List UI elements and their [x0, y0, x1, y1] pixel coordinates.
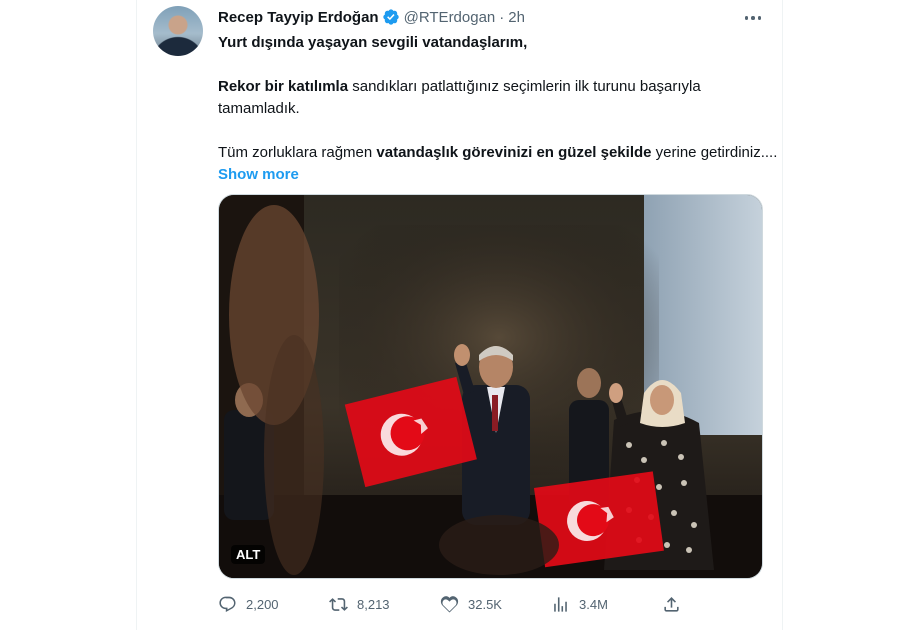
heart-icon [440, 595, 459, 612]
action-bar: 2,200 8,213 32.5K 3.4M [218, 591, 763, 617]
like-button[interactable]: 32.5K [440, 595, 551, 614]
reply-button[interactable]: 2,200 [218, 595, 329, 614]
tweet-text: Yurt dışında yaşayan sevgili vatandaşlar… [218, 32, 778, 186]
retweet-count: 8,213 [357, 596, 390, 612]
reply-count: 2,200 [246, 596, 279, 612]
share-icon [664, 596, 679, 612]
tweet-photo[interactable]: ALT [218, 194, 763, 579]
more-dots-icon[interactable] [741, 8, 765, 28]
avatar[interactable] [153, 6, 203, 56]
show-more-link[interactable]: Show more [218, 166, 299, 183]
tweet-paragraph-2: Rekor bir katılımla sandıkları patlattığ… [218, 76, 778, 120]
tweet-header: Recep Tayyip Erdoğan @RTErdogan · 2h [218, 6, 525, 28]
author-handle[interactable]: @RTErdogan [404, 9, 496, 26]
like-count: 32.5K [468, 596, 502, 612]
photo-scene [219, 195, 762, 578]
view-count: 3.4M [579, 596, 608, 612]
tweet-card[interactable]: Recep Tayyip Erdoğan @RTErdogan · 2h Yur… [136, 0, 783, 630]
share-button[interactable] [662, 595, 681, 614]
separator-dot: · [499, 8, 505, 26]
verified-badge-icon [382, 9, 399, 25]
author-name[interactable]: Recep Tayyip Erdoğan [218, 9, 379, 26]
paragraph-3-start: Tüm zorluklara rağmen [218, 144, 377, 161]
bold-phrase-1: Rekor bir katılımla [218, 78, 349, 95]
tweet-line-1: Yurt dışında yaşayan sevgili vatandaşlar… [218, 34, 528, 51]
paragraph-3-end: yerine getirdiniz.... [651, 144, 778, 161]
alt-badge[interactable]: ALT [231, 545, 266, 564]
reply-icon [219, 596, 236, 612]
bold-phrase-2: vatandaşlık görevinizi en güzel şekilde [376, 144, 652, 161]
tweet-paragraph-3: Tüm zorluklara rağmen vatandaşlık görevi… [218, 142, 778, 186]
views-bar-icon [554, 596, 567, 612]
retweet-button[interactable]: 8,213 [329, 595, 440, 614]
timestamp[interactable]: 2h [508, 9, 525, 26]
retweet-icon [329, 597, 348, 611]
views-button[interactable]: 3.4M [551, 595, 662, 614]
